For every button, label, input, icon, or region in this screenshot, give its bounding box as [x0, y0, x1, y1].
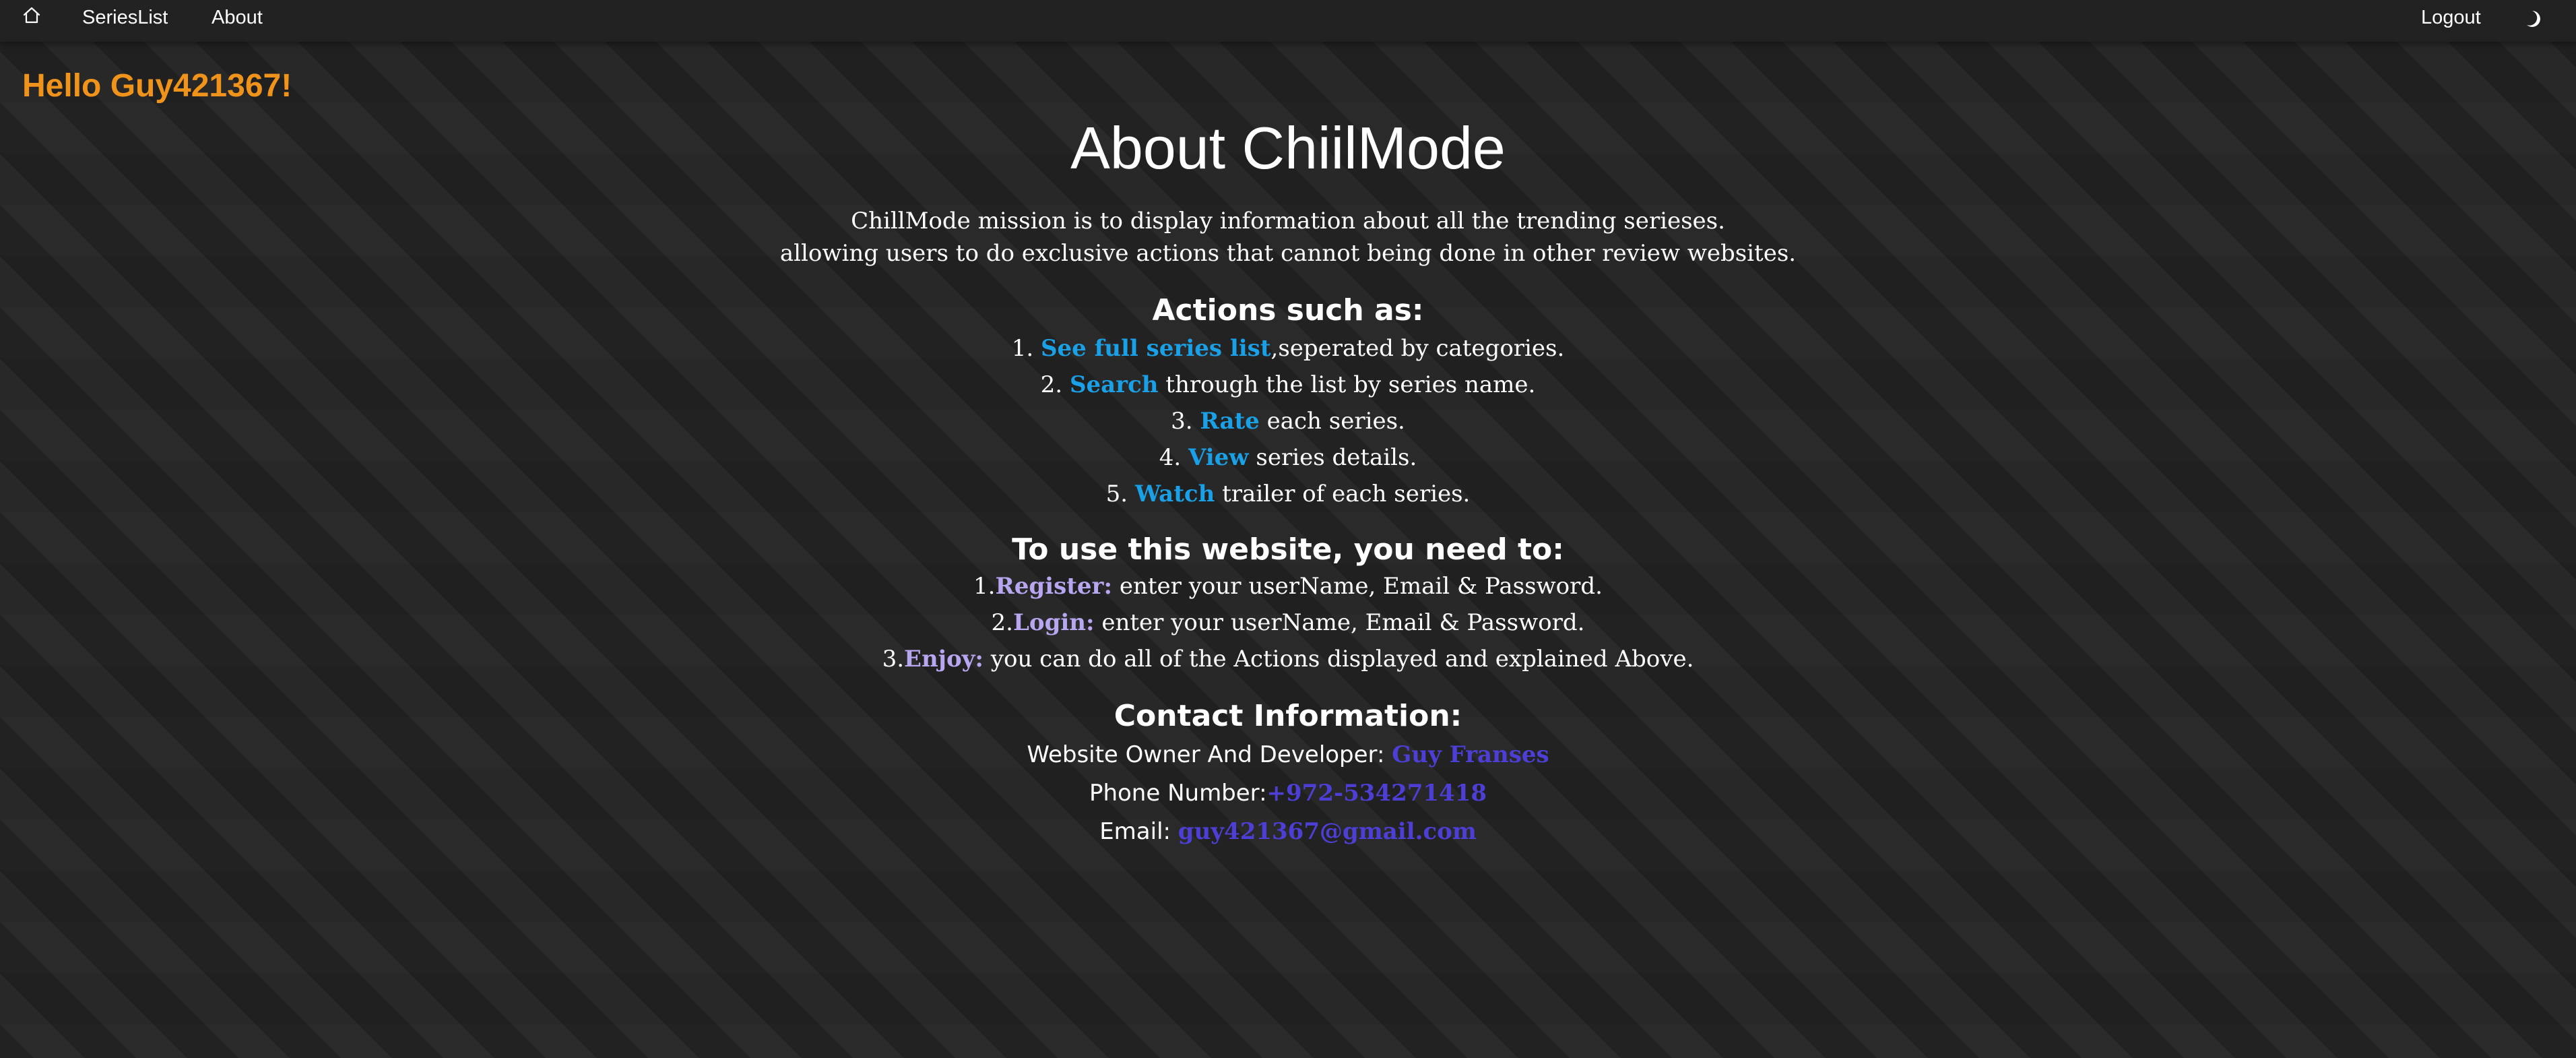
- action-number: 1.: [1011, 335, 1034, 362]
- action-item: 3. Rate each series.: [0, 405, 2576, 437]
- requirement-item: 3.Enjoy: you can do all of the Actions d…: [0, 643, 2576, 675]
- action-link-watch[interactable]: Watch: [1135, 480, 1215, 507]
- action-text: series details.: [1248, 444, 1417, 471]
- action-link-search[interactable]: Search: [1070, 371, 1159, 398]
- requirement-label: Register:: [995, 573, 1113, 600]
- contact-owner: Website Owner And Developer: Guy Franses: [0, 739, 2576, 771]
- requirement-label: Enjoy:: [904, 646, 984, 673]
- action-number: 4.: [1159, 444, 1182, 471]
- action-text: through the list by series name.: [1158, 371, 1536, 398]
- logout-link[interactable]: Logout: [2421, 7, 2481, 29]
- action-text: each series.: [1259, 408, 1405, 435]
- action-number: 2.: [1040, 371, 1063, 398]
- requirement-number: 3.: [882, 646, 905, 673]
- nav-series-list-link[interactable]: SeriesList: [82, 7, 168, 29]
- contact-phone: Phone Number:+972-534271418: [0, 777, 2576, 809]
- email-link[interactable]: guy421367@gmail.com: [1178, 818, 1477, 845]
- requirement-item: 1.Register: enter your userName, Email &…: [0, 570, 2576, 602]
- action-item: 1. See full series list,seperated by cat…: [0, 332, 2576, 365]
- intro-line: ChillMode mission is to display informat…: [851, 208, 1725, 235]
- contact-email: Email: guy421367@gmail.com: [0, 815, 2576, 848]
- requirement-number: 1.: [973, 573, 996, 600]
- phone-number-link[interactable]: +972-534271418: [1267, 780, 1487, 807]
- intro-line: allowing users to do exclusive actions t…: [779, 240, 1797, 267]
- action-link-view[interactable]: View: [1188, 444, 1249, 471]
- top-navbar: SeriesList About Logout: [0, 0, 2576, 42]
- contact-owner-label: Website Owner And Developer:: [1027, 741, 1392, 768]
- home-icon[interactable]: [22, 5, 42, 26]
- actions-heading: Actions such as:: [1152, 293, 1424, 328]
- contact-phone-label: Phone Number:: [1089, 780, 1267, 807]
- nav-about-link[interactable]: About: [212, 7, 263, 29]
- moon-icon[interactable]: [2523, 9, 2544, 29]
- action-item: 2. Search through the list by series nam…: [0, 369, 2576, 401]
- requirement-number: 2.: [991, 609, 1013, 636]
- requirements-heading: To use this website, you need to:: [1012, 532, 1564, 567]
- requirement-item: 2.Login: enter your userName, Email & Pa…: [0, 606, 2576, 639]
- action-text: trailer of each series.: [1215, 480, 1471, 507]
- action-link-series-list[interactable]: See full series list: [1041, 335, 1271, 362]
- action-item: 4. View series details.: [0, 441, 2576, 474]
- requirement-label: Login:: [1013, 609, 1095, 636]
- contact-email-label: Email:: [1099, 818, 1178, 845]
- action-number: 5.: [1105, 480, 1128, 507]
- requirement-text: enter your userName, Email & Password.: [1094, 609, 1585, 636]
- owner-name-link[interactable]: Guy Franses: [1392, 741, 1549, 768]
- user-greeting: Hello Guy421367!: [22, 68, 292, 104]
- contact-heading: Contact Information:: [1114, 699, 1462, 733]
- action-link-rate[interactable]: Rate: [1200, 408, 1259, 435]
- action-item: 5. Watch trailer of each series.: [0, 478, 2576, 510]
- action-number: 3.: [1171, 408, 1193, 435]
- page-title: About ChiilMode: [1070, 115, 1506, 181]
- action-text: ,seperated by categories.: [1270, 335, 1565, 362]
- requirement-text: you can do all of the Actions displayed …: [983, 646, 1694, 673]
- requirement-text: enter your userName, Email & Password.: [1112, 573, 1603, 600]
